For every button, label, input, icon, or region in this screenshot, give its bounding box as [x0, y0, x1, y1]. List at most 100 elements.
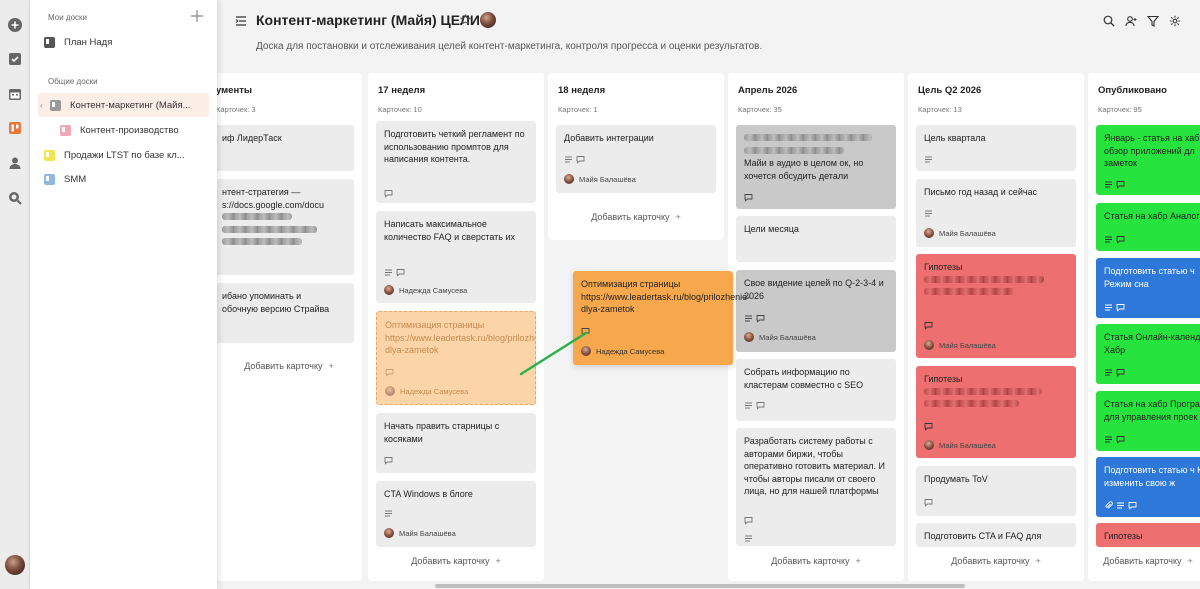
column-title: Опубликовано	[1098, 85, 1167, 96]
description-icon	[1105, 304, 1112, 311]
members-icon[interactable]	[1125, 15, 1137, 27]
comment-icon	[924, 423, 933, 431]
assignee-name: Надежда Самусева	[596, 346, 665, 356]
card-text: нтент-стратегия —	[222, 187, 301, 197]
board-item-label: SMM	[64, 173, 87, 185]
calendar-icon[interactable]	[7, 86, 23, 102]
card[interactable]: Начать править старницы с косяками	[376, 413, 536, 473]
card[interactable]: Подготовить CTA и FAQ для	[916, 523, 1076, 547]
card-drop-placeholder[interactable]: Оптимизация страницы https://www.leadert…	[376, 311, 536, 405]
dragged-card[interactable]: Оптимизация страницы https://www.leadert…	[573, 271, 750, 365]
settings-gear-icon[interactable]	[1169, 15, 1181, 27]
add-card-button[interactable]: Добавить карточку +	[368, 556, 544, 566]
card[interactable]: иф ЛидерТаск	[194, 125, 354, 171]
user-icon[interactable]	[7, 155, 23, 171]
add-card-button[interactable]: Добавить карточку +	[1088, 556, 1200, 566]
add-circle-icon[interactable]	[7, 17, 23, 33]
comment-icon	[385, 369, 394, 377]
comment-icon	[924, 499, 933, 507]
card[interactable]: Статья на хабр Аналог	[1096, 203, 1200, 251]
card[interactable]: Свое видение целей по Q-2-3-4 и 2026 Май…	[736, 270, 896, 352]
comment-icon	[924, 322, 933, 330]
card[interactable]: Майи в аудио в целом ок, но хочется обсу…	[736, 125, 896, 209]
description-icon	[1105, 369, 1112, 376]
card[interactable]: Гипотезы	[1096, 523, 1200, 547]
card[interactable]: Продумать ToV	[916, 466, 1076, 516]
comment-icon	[1116, 181, 1125, 189]
card-text-line2: s://docs.google.com/docu	[222, 199, 325, 210]
add-card-button[interactable]: Добавить карточку +	[728, 556, 904, 566]
card[interactable]: Письмо год назад и сейчас Майя Балашёва	[916, 179, 1076, 247]
card[interactable]: Январь - статья на хаб обзор приложений …	[1096, 125, 1200, 195]
redacted-text	[924, 387, 1042, 395]
board-owner-avatar[interactable]	[480, 12, 496, 28]
card[interactable]: Подготовить статью ч Как изменить свою ж	[1096, 457, 1200, 517]
assignee-name: Надежда Самусева	[399, 285, 468, 295]
assignee-name: Майя Балашёва	[939, 440, 996, 450]
card-text: Гипотезы	[924, 374, 963, 384]
board-item-content-marketing[interactable]: ‹ Контент-маркетинг (Майя...	[38, 93, 209, 117]
board-item-content-production[interactable]: Контент-производство	[60, 118, 209, 142]
user-avatar[interactable]	[5, 555, 25, 575]
redacted-text	[924, 400, 1019, 408]
boards-icon[interactable]	[7, 120, 23, 136]
column-title: Апрель 2026	[738, 85, 798, 96]
card-text: ибано упоминать и	[222, 291, 302, 301]
card[interactable]: ибано упоминать и обочную версию Страйва	[194, 283, 354, 343]
attachment-icon	[1105, 501, 1113, 509]
search-circle-icon[interactable]	[7, 190, 23, 206]
chevron-left-icon[interactable]: ‹	[40, 101, 43, 110]
card-text: Подготовить четкий регламент по использо…	[384, 129, 525, 165]
board-item-label: План Надя	[64, 36, 113, 48]
column-april-2026: Апрель 2026 Карточек: 35 Майи в аудио в …	[728, 73, 904, 581]
collapse-menu-icon[interactable]	[235, 15, 247, 27]
card[interactable]: CTA Windows в блоге Майя Балашёва	[376, 481, 536, 547]
add-card-button[interactable]: Добавить карточку +	[908, 556, 1084, 566]
card-text: Статья Онлайн-календ Хабр	[1104, 332, 1200, 355]
card-text: Письмо год назад и сейчас	[924, 187, 1038, 197]
column-card-count: Карточек: 10	[378, 105, 422, 114]
card[interactable]: Добавить интеграции Майя Балашёва	[556, 125, 716, 193]
description-icon	[745, 535, 752, 542]
card[interactable]: Собрать информацию по кластерам совместн…	[736, 359, 896, 421]
filter-icon[interactable]	[1147, 15, 1159, 27]
card[interactable]: Цели месяца	[736, 216, 896, 262]
card[interactable]: Гипотезы Майя Балашёва	[916, 366, 1076, 458]
description-icon	[385, 510, 392, 517]
card-text: Статья на хабр Програ для управления про…	[1104, 399, 1200, 422]
board-item-sales-ltst[interactable]: Продажи LTST по базе кл...	[44, 143, 209, 167]
board-item-label: Контент-производство	[80, 124, 179, 136]
assignee-avatar	[385, 386, 395, 396]
card[interactable]: Статья Онлайн-календ Хабр	[1096, 324, 1200, 384]
card[interactable]: Написать максимальное количество FAQ и с…	[376, 211, 536, 303]
card-text: Цели месяца	[744, 224, 799, 234]
description-icon	[385, 269, 392, 276]
boards-panel: Мои доски План Надя Общие доски ‹ Контен…	[30, 0, 217, 589]
description-icon	[925, 210, 932, 217]
add-board-icon[interactable]	[190, 9, 204, 23]
search-icon[interactable]	[1103, 15, 1115, 27]
redacted-text	[924, 288, 1014, 296]
checkbox-icon[interactable]	[7, 51, 23, 67]
card[interactable]: Цель квартала	[916, 125, 1076, 171]
board-icon	[44, 173, 55, 185]
card[interactable]: Статья на хабр Програ для управления про…	[1096, 391, 1200, 451]
comment-icon	[384, 457, 393, 465]
card[interactable]: Подготовить статью ч Режим сна	[1096, 258, 1200, 318]
assignee-avatar	[564, 174, 574, 184]
card[interactable]: нтент-стратегия — s://docs.google.com/do…	[194, 179, 354, 275]
board-item-plan-nadya[interactable]: План Надя	[44, 30, 215, 54]
assignee-avatar	[384, 285, 394, 295]
board-item-label: Контент-маркетинг (Майя...	[70, 99, 191, 111]
card[interactable]: Подготовить четкий регламент по использо…	[376, 121, 536, 203]
card[interactable]: Гипотезы Майя Балашёва	[916, 254, 1076, 358]
card[interactable]: Разработать систему работы с авторами би…	[736, 428, 896, 546]
column-week-17: 17 неделя Карточек: 10 Подготовить четки…	[368, 73, 544, 581]
my-boards-heading: Мои доски	[48, 13, 87, 22]
horizontal-scrollbar[interactable]	[435, 584, 965, 588]
board-item-smm[interactable]: SMM	[44, 167, 209, 191]
star-icon[interactable]	[460, 14, 471, 25]
assignee-name: Надежда Самусева	[400, 386, 469, 396]
card-text: Добавить интеграции	[564, 133, 654, 143]
add-card-button[interactable]: Добавить карточку +	[548, 212, 724, 222]
